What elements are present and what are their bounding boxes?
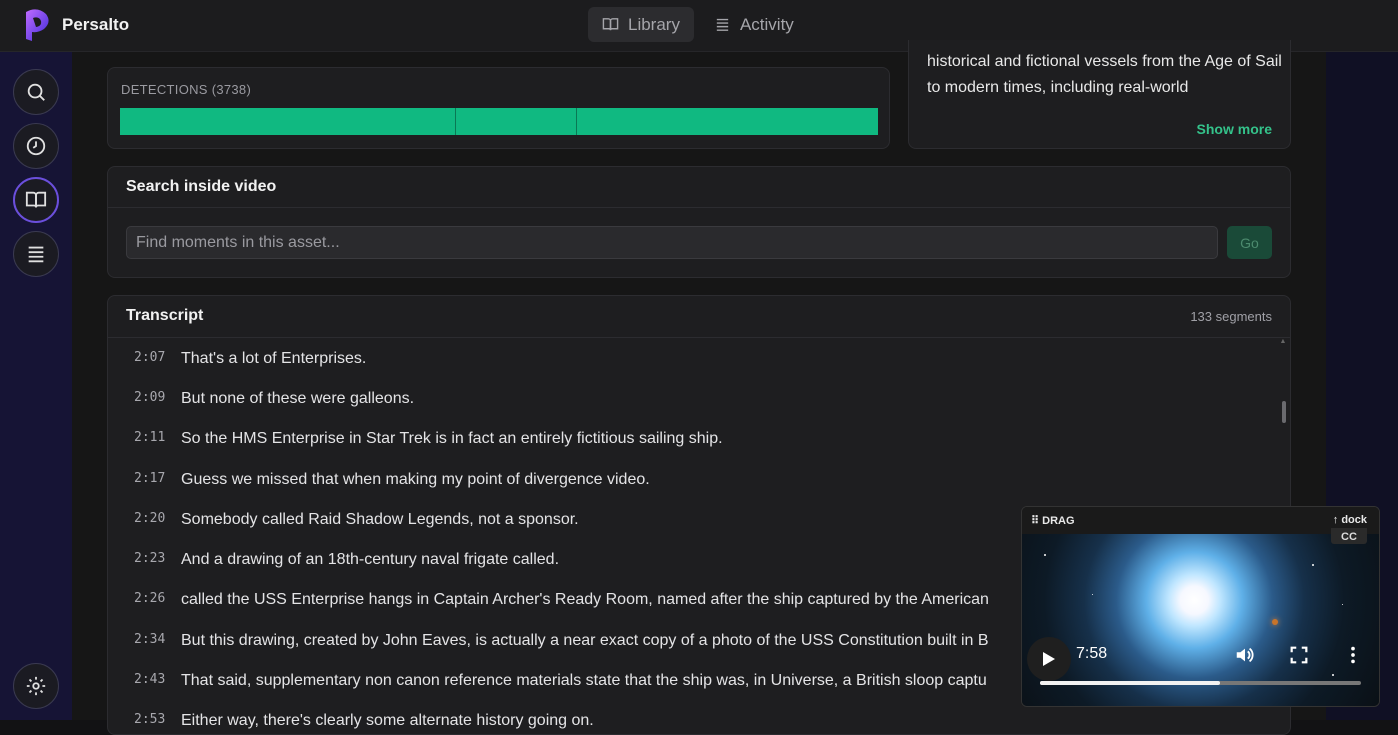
star: [1092, 594, 1093, 595]
star: [1332, 674, 1334, 676]
timeline-divider: [455, 108, 456, 135]
book-icon: [602, 18, 619, 31]
star: [1272, 619, 1278, 625]
sidebar-search-button[interactable]: [13, 69, 59, 115]
sidebar: [0, 52, 72, 720]
segment-text: Either way, there's clearly some alterna…: [181, 712, 594, 729]
segment-text: But none of these were galleons.: [181, 390, 415, 407]
timeline-divider: [576, 108, 577, 135]
search-card: Search inside video Go: [107, 166, 1291, 278]
progress-fill: [1040, 681, 1220, 685]
tab-activity[interactable]: Activity: [700, 7, 808, 42]
persalto-logo-icon[interactable]: [22, 8, 52, 42]
description-text: historical and fictional vessels from th…: [927, 53, 1282, 96]
gear-icon: [26, 676, 46, 696]
segment-text: Guess we missed that when making my poin…: [181, 471, 650, 488]
segment-text: That said, supplementary non canon refer…: [181, 672, 987, 689]
sidebar-activity-button[interactable]: [13, 231, 59, 277]
tab-library[interactable]: Library: [588, 7, 694, 42]
mini-player[interactable]: ⠿ DRAG ↑ dock CC 7:58: [1021, 506, 1380, 707]
segment-text: But this drawing, created by John Eaves,…: [181, 632, 989, 649]
description-card: historical and fictional vessels from th…: [908, 40, 1291, 149]
sidebar-settings-button[interactable]: [13, 663, 59, 709]
list-icon: [716, 18, 729, 31]
transcript-segment[interactable]: 2:17 Guess we missed that when making my …: [108, 459, 1288, 499]
captions-button[interactable]: CC: [1331, 528, 1367, 544]
segment-text: That's a lot of Enterprises.: [181, 350, 367, 367]
search-icon: [27, 83, 45, 101]
divider: [108, 207, 1290, 208]
segment-time[interactable]: 2:34: [134, 632, 165, 647]
progress-bar[interactable]: [1040, 681, 1361, 685]
play-icon: [1043, 652, 1055, 666]
clock-icon: [26, 136, 46, 156]
star: [1342, 604, 1343, 605]
drag-grip-icon: ⠿: [1031, 515, 1043, 527]
transcript-segment[interactable]: 2:09 But none of these were galleons.: [108, 378, 1288, 418]
play-button[interactable]: [1027, 637, 1071, 681]
segment-time[interactable]: 2:23: [134, 551, 165, 566]
transcript-segment[interactable]: 2:07 That's a lot of Enterprises.: [108, 338, 1288, 378]
drag-handle[interactable]: ⠿ DRAG: [1031, 514, 1075, 527]
scroll-up-arrow-icon[interactable]: ▲: [1278, 338, 1288, 346]
go-button[interactable]: Go: [1227, 226, 1272, 259]
segment-text: Somebody called Raid Shadow Legends, not…: [181, 511, 579, 528]
dock-label: dock: [1341, 514, 1367, 526]
volume-icon[interactable]: [1234, 644, 1256, 666]
segment-time[interactable]: 2:09: [134, 390, 165, 405]
book-icon: [25, 191, 47, 208]
segment-time[interactable]: 2:17: [134, 471, 165, 486]
segment-count: 133 segments: [1190, 309, 1272, 324]
segment-time[interactable]: 2:20: [134, 511, 165, 526]
segment-time[interactable]: 2:26: [134, 591, 165, 606]
tab-library-label: Library: [628, 14, 680, 34]
detections-label: DETECTIONS (3738): [121, 82, 252, 97]
detections-timeline[interactable]: [120, 108, 878, 135]
dock-button[interactable]: ↑ dock: [1333, 514, 1367, 526]
segment-text: And a drawing of an 18th-century naval f…: [181, 551, 560, 568]
search-input[interactable]: [126, 226, 1218, 259]
star: [1044, 554, 1046, 556]
transcript-title: Transcript: [126, 307, 204, 324]
segment-text: called the USS Enterprise hangs in Capta…: [181, 591, 989, 608]
detections-card: DETECTIONS (3738): [107, 67, 890, 149]
main-nav: Library Activity: [588, 7, 808, 42]
show-more-link[interactable]: Show more: [1197, 121, 1272, 137]
drag-label: DRAG: [1042, 515, 1075, 527]
transcript-segment[interactable]: 2:11 So the HMS Enterprise in Star Trek i…: [108, 418, 1288, 458]
fullscreen-icon[interactable]: [1288, 644, 1310, 666]
current-time: 7:58: [1076, 645, 1108, 662]
tab-activity-label: Activity: [739, 14, 794, 34]
list-icon: [28, 246, 44, 263]
segment-time[interactable]: 2:11: [134, 430, 165, 445]
sidebar-history-button[interactable]: [13, 123, 59, 169]
app-name: Persalto: [62, 15, 130, 34]
segment-text: So the HMS Enterprise in Star Trek is in…: [181, 430, 723, 447]
star: [1312, 564, 1314, 566]
search-title: Search inside video: [126, 178, 277, 195]
more-options-icon[interactable]: [1342, 644, 1364, 666]
segment-time[interactable]: 2:07: [134, 350, 165, 365]
sidebar-library-button[interactable]: [13, 177, 59, 223]
video-frame[interactable]: CC 7:58: [1022, 528, 1379, 706]
transcript-scrollbar-thumb[interactable]: [1282, 401, 1286, 423]
segment-time[interactable]: 2:43: [134, 672, 165, 687]
player-header[interactable]: ⠿ DRAG ↑ dock: [1022, 507, 1379, 534]
